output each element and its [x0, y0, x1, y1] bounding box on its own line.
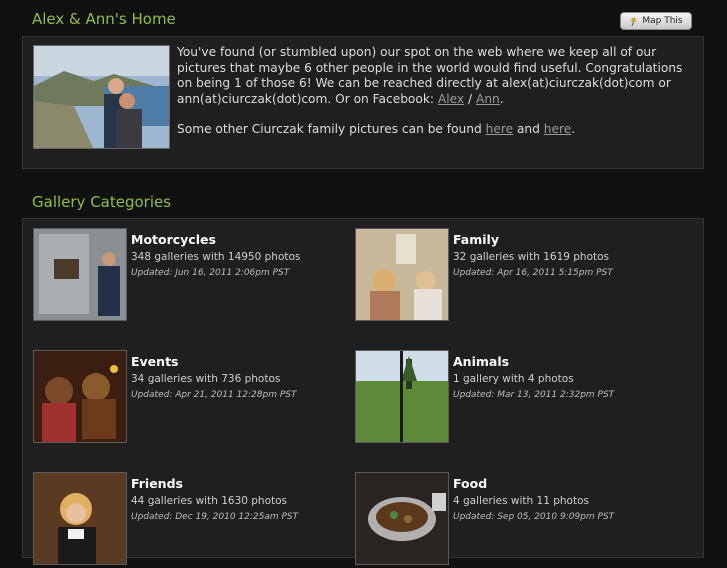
category-thumbnail[interactable] [355, 350, 449, 443]
category-count: 44 galleries with 1630 photos [131, 495, 288, 507]
family-link-2[interactable]: here [544, 122, 571, 136]
home-photo [33, 45, 170, 149]
facebook-alex-link[interactable]: Alex [438, 92, 464, 106]
family-period: . [571, 122, 576, 137]
category-name[interactable]: Events [131, 354, 178, 369]
category-thumbnail[interactable] [33, 228, 127, 321]
link-separator: / [464, 91, 476, 106]
family-text: Some other Ciurczak family pictures can … [177, 122, 486, 137]
intro-period: . [499, 91, 504, 106]
category-updated: Updated: Mar 13, 2011 2:32pm PST [453, 390, 615, 400]
category-name[interactable]: Motorcycles [131, 232, 216, 247]
facebook-ann-link[interactable]: Ann [476, 92, 500, 106]
category-count: 1 gallery with 4 photos [453, 373, 574, 385]
map-this-label: Map This [642, 16, 683, 26]
category-animals[interactable]: Animals 1 gallery with 4 photos Updated:… [355, 350, 675, 446]
category-count: 348 galleries with 14950 photos [131, 251, 301, 263]
category-count: 32 galleries with 1619 photos [453, 251, 610, 263]
category-updated: Updated: Sep 05, 2010 9:09pm PST [453, 512, 615, 522]
category-updated: Updated: Dec 19, 2010 12:25am PST [131, 512, 299, 522]
category-count: 34 galleries with 736 photos [131, 373, 281, 385]
category-thumbnail[interactable] [355, 228, 449, 321]
intro-panel: You've found (or stumbled upon) our spot… [22, 36, 704, 169]
category-updated: Updated: Apr 21, 2011 12:28pm PST [131, 390, 297, 400]
pin-icon [629, 17, 638, 26]
category-thumbnail[interactable] [355, 472, 449, 565]
category-food[interactable]: Food 4 galleries with 11 photos Updated:… [355, 472, 675, 568]
category-updated: Updated: Jun 16, 2011 2:06pm PST [131, 268, 290, 278]
category-name[interactable]: Animals [453, 354, 509, 369]
family-link-1[interactable]: here [486, 122, 513, 136]
category-family[interactable]: Family 32 galleries with 1619 photos Upd… [355, 228, 675, 324]
intro-paragraph: You've found (or stumbled upon) our spot… [177, 45, 687, 107]
gallery-panel: Motorcycles 348 galleries with 14950 pho… [22, 218, 704, 565]
gallery-categories-title: Gallery Categories [32, 193, 172, 211]
category-thumbnail[interactable] [33, 350, 127, 443]
category-updated: Updated: Apr 16, 2011 5:15pm PST [453, 268, 613, 278]
category-name[interactable]: Friends [131, 476, 183, 491]
family-and: and [513, 122, 544, 137]
category-friends[interactable]: Friends 44 galleries with 1630 photos Up… [33, 472, 353, 568]
family-paragraph: Some other Ciurczak family pictures can … [177, 122, 687, 138]
category-motorcycles[interactable]: Motorcycles 348 galleries with 14950 pho… [33, 228, 353, 324]
category-name[interactable]: Food [453, 476, 487, 491]
category-events[interactable]: Events 34 galleries with 736 photos Upda… [33, 350, 353, 446]
intro-body: You've found (or stumbled upon) our spot… [177, 45, 683, 106]
category-name[interactable]: Family [453, 232, 499, 247]
category-count: 4 galleries with 11 photos [453, 495, 589, 507]
map-this-button[interactable]: Map This [620, 12, 692, 30]
page-title: Alex & Ann's Home [32, 10, 176, 28]
intro-text: You've found (or stumbled upon) our spot… [177, 45, 687, 153]
category-thumbnail[interactable] [33, 472, 127, 565]
